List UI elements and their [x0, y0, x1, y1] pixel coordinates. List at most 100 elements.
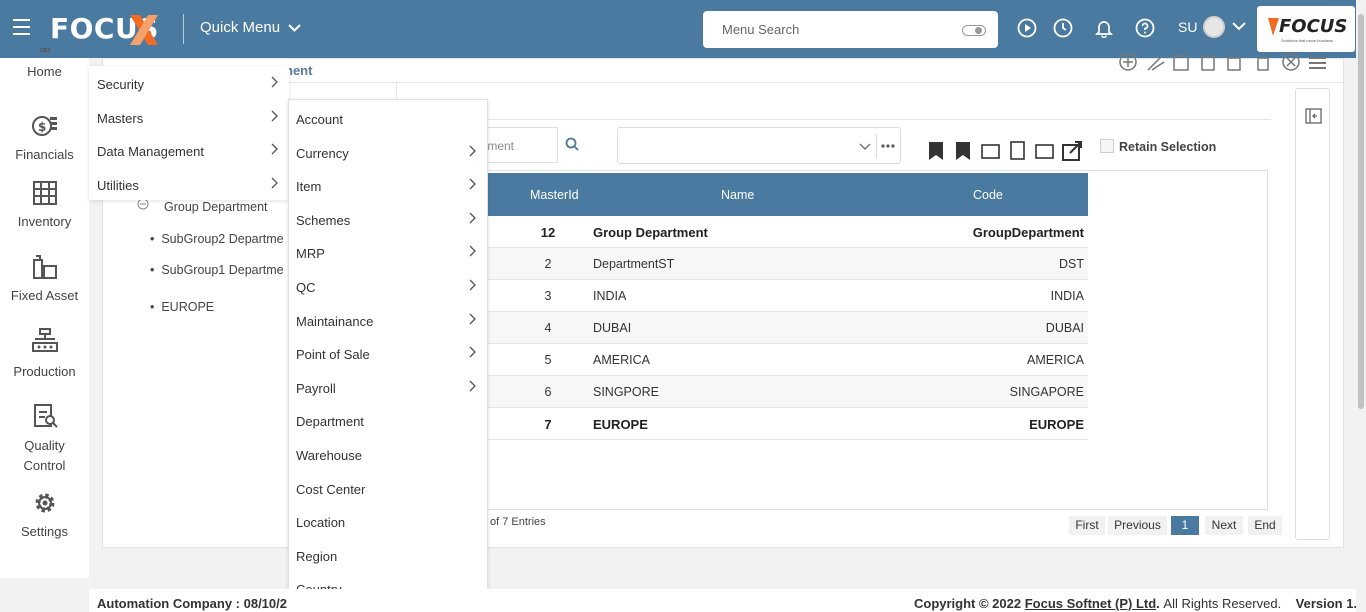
scrollbar-thumb[interactable] — [1358, 14, 1364, 409]
menu-item-utilities[interactable]: Utilities — [89, 169, 289, 199]
menu-item-location[interactable]: Location — [289, 506, 487, 536]
menu-item-account[interactable]: Account — [289, 103, 487, 133]
entries-count: of 7 Entries — [490, 516, 546, 528]
collapse-panel-icon[interactable] — [1305, 108, 1322, 124]
menu-search-input[interactable] — [722, 22, 942, 37]
gear-icon — [35, 493, 54, 513]
col-masterid[interactable]: MasterId — [530, 188, 579, 202]
nav-settings[interactable]: Settings — [0, 490, 89, 539]
quick-menu-label: Quick Menu — [200, 19, 281, 36]
menu-item-security[interactable]: Security — [89, 68, 289, 98]
external-link-icon[interactable] — [1062, 141, 1082, 161]
nav-home[interactable]: Home — [0, 48, 89, 79]
menu-item-payroll[interactable]: Payroll — [289, 372, 487, 402]
menu-item-cost-center[interactable]: Cost Center — [289, 473, 487, 503]
hamburger-icon[interactable] — [13, 19, 30, 35]
cell-name: DepartmentST — [593, 257, 675, 271]
table-row[interactable]: )7EUROPEEUROPE — [410, 408, 1088, 440]
scrollbar[interactable] — [1356, 0, 1366, 612]
cell-name: DUBAI — [593, 321, 632, 335]
table-row[interactable]: )6SINGPORESINGAPORE — [410, 376, 1088, 408]
menu-item-masters[interactable]: Masters — [89, 102, 289, 132]
menu-item-region[interactable]: Region — [289, 540, 487, 570]
folder-x-icon[interactable] — [1035, 144, 1054, 159]
table-row[interactable]: )12Group DepartmentGroupDepartment — [410, 216, 1088, 248]
nav-financials[interactable]: $ Financials — [0, 113, 89, 162]
financials-icon: $ — [31, 116, 57, 136]
more-icon[interactable] — [881, 144, 895, 148]
menu-item-currency[interactable]: Currency — [289, 137, 487, 167]
tree-item[interactable]: • SubGroup2 Departme — [150, 232, 284, 246]
col-code[interactable]: Code — [973, 188, 1003, 202]
menu-search-box[interactable] — [703, 11, 998, 48]
nav-fixed-asset[interactable]: Fixed Asset — [0, 254, 89, 303]
nav-fixed-asset-label: Fixed Asset — [10, 288, 79, 303]
chevron-down-icon[interactable] — [1232, 21, 1246, 31]
nav-quality-control-label: Quality Control — [23, 438, 66, 473]
help-icon[interactable] — [1135, 18, 1155, 38]
menu-item-label: Account — [296, 112, 343, 127]
tree-root[interactable]: Group Department — [164, 200, 268, 214]
search-icon[interactable] — [565, 137, 579, 151]
table-row[interactable]: )5AMERICAAMERICA — [410, 344, 1088, 376]
tree-item[interactable]: • SubGroup1 Departme — [150, 263, 284, 277]
menu-item-data-management[interactable]: Data Management — [89, 135, 289, 165]
action-icons — [925, 140, 1085, 165]
chevron-right-icon — [469, 212, 477, 227]
user-initials[interactable]: SU — [1178, 19, 1197, 35]
bell-icon[interactable] — [1094, 18, 1114, 38]
search-toggle[interactable] — [962, 25, 986, 36]
folder-icon[interactable] — [981, 144, 1000, 159]
pager-first[interactable]: First — [1069, 516, 1105, 535]
home-icon — [39, 48, 50, 52]
menu-item-label: MRP — [296, 246, 325, 262]
play-icon[interactable] — [1017, 18, 1037, 38]
menu-item-label: Region — [296, 548, 338, 564]
chevron-right-icon — [469, 178, 477, 193]
chevron-right-icon — [469, 380, 477, 395]
cell-masterid: 7 — [544, 417, 552, 432]
pager-previous[interactable]: Previous — [1108, 516, 1167, 535]
nav-inventory[interactable]: Inventory — [0, 180, 89, 229]
clock-icon[interactable] — [1053, 18, 1073, 38]
pager-end[interactable]: End — [1248, 516, 1282, 535]
menu-item-label: Currency — [296, 145, 349, 161]
menu-item-qc[interactable]: QC — [289, 271, 487, 301]
master-table: MasterId Name Code )12Group DepartmentGr… — [410, 173, 1088, 440]
tree-item[interactable]: • EUROPE — [150, 300, 214, 314]
toolbar-icons[interactable] — [1118, 52, 1333, 72]
table-row[interactable]: )3INDIAINDIA — [410, 280, 1088, 312]
company-link[interactable]: Focus Softnet (P) Ltd — [1025, 596, 1156, 611]
menu-item-point-of-sale[interactable]: Point of Sale — [289, 338, 487, 368]
table-row[interactable]: )4DUBAIDUBAI — [410, 312, 1088, 344]
menu-item-item[interactable]: Item — [289, 170, 487, 200]
cell-masterid: 5 — [544, 353, 552, 367]
menu-item-department[interactable]: Department — [289, 405, 487, 435]
cell-masterid: 12 — [540, 225, 556, 240]
document-icon[interactable] — [1010, 141, 1025, 160]
menu-item-warehouse[interactable]: Warehouse — [289, 439, 487, 469]
cell-name: Group Department — [593, 225, 708, 240]
nav-production[interactable]: Production — [0, 326, 89, 379]
menu-item-label: Data Management — [97, 144, 204, 159]
menu-item-maintainance[interactable]: Maintainance — [289, 305, 487, 335]
bookmark-remove-icon[interactable] — [956, 142, 970, 160]
table-row[interactable]: )2DepartmentSTDST — [410, 248, 1088, 280]
pager-next[interactable]: Next — [1205, 516, 1243, 535]
menu-item-schemes[interactable]: Schemes — [289, 204, 487, 234]
side-panel-toggle[interactable] — [1295, 88, 1330, 540]
production-icon — [31, 328, 58, 352]
bookmark-icon[interactable] — [929, 142, 943, 160]
menu-item-mrp[interactable]: MRP — [289, 237, 487, 267]
pager-page[interactable]: 1 — [1171, 516, 1199, 535]
quick-menu-button[interactable]: Quick Menu — [200, 19, 301, 36]
brand-logo: FOCUS Solutions that move business — [1257, 6, 1355, 52]
retain-selection-checkbox[interactable]: Retain Selection — [1100, 139, 1216, 154]
menu-item-label: Item — [296, 179, 322, 195]
filter-dropdown[interactable] — [617, 127, 901, 164]
nav-quality-control[interactable]: Quality Control — [0, 402, 89, 476]
master-search-input[interactable]: rtment — [480, 127, 558, 163]
col-name[interactable]: Name — [721, 188, 754, 202]
avatar[interactable] — [1203, 16, 1225, 38]
checkbox[interactable] — [1100, 139, 1114, 153]
